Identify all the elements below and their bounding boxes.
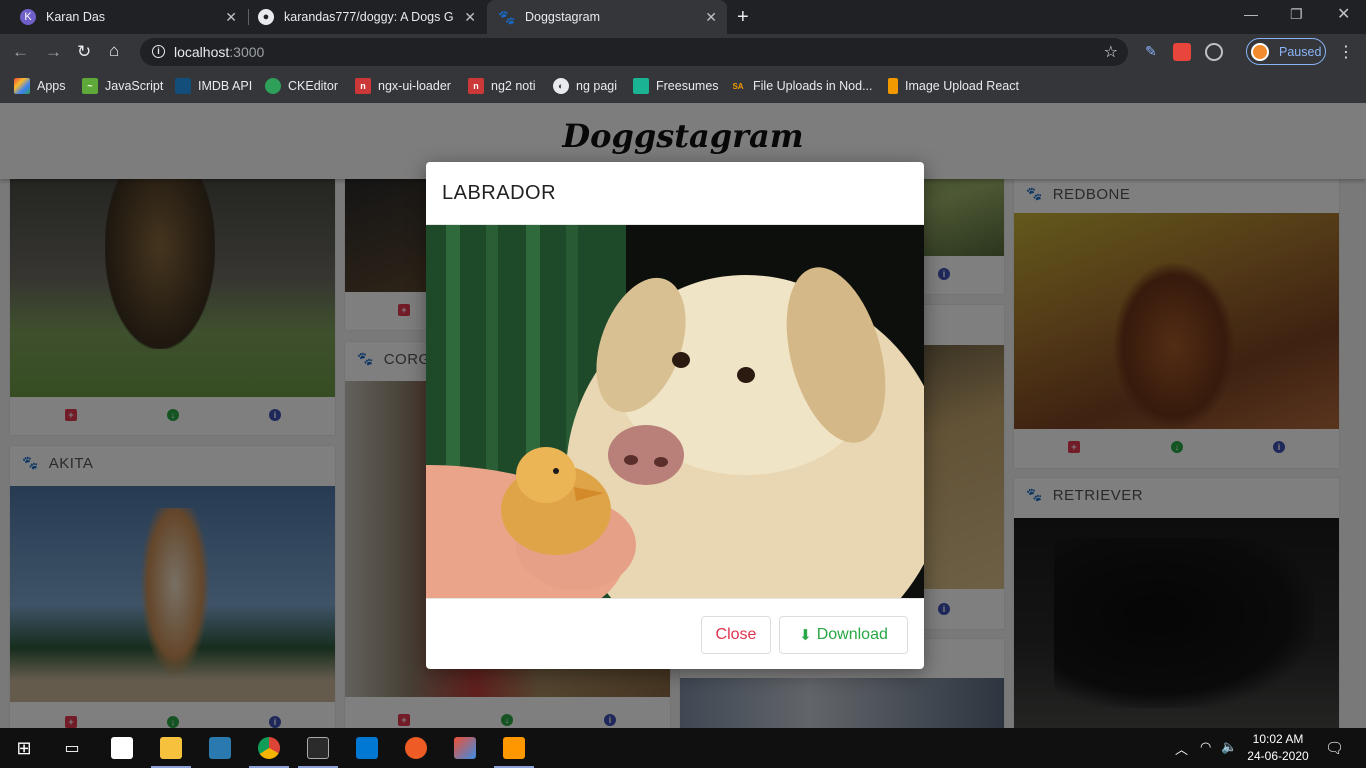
extension-target-icon[interactable] [1205, 43, 1223, 61]
sublime-icon [503, 737, 525, 759]
download-icon: ⬇ [799, 627, 812, 644]
minimize-button[interactable]: — [1244, 6, 1258, 22]
image-modal: LABRADOR Close ⬇ Download [426, 162, 924, 669]
extension-pen-icon[interactable]: ✎ [1145, 43, 1163, 61]
window-close-button[interactable]: ✕ [1337, 4, 1350, 24]
npm-icon: n [468, 78, 484, 94]
close-tab-icon[interactable]: ✕ [225, 9, 237, 26]
sa-icon: SA [732, 81, 744, 91]
bookmarks-bar: Apps ~ JavaScript IMDB API CKEditor n ngx-… [0, 70, 1366, 103]
bookmark-javascript[interactable]: ~ JavaScript [82, 76, 163, 96]
home-icon[interactable]: ⌂ [109, 41, 119, 61]
js-icon: ~ [82, 78, 98, 94]
volume-icon[interactable]: 🔈 [1221, 739, 1237, 755]
terminal-icon [307, 737, 329, 759]
modal-header: LABRADOR [426, 162, 924, 225]
chrome-icon [258, 737, 280, 759]
tab-doggstagram[interactable]: 🐾 Doggstagram ✕ [487, 0, 727, 34]
bookmark-ckeditor[interactable]: CKEditor [265, 76, 338, 96]
freesumes-icon [633, 78, 649, 94]
taskbar-sublime[interactable] [490, 728, 538, 768]
taskbar-explorer[interactable] [147, 728, 195, 768]
git-icon [454, 737, 476, 759]
download-button[interactable]: ⬇ Download [779, 616, 908, 654]
bookmark-image-upload-react[interactable]: Image Upload React [885, 76, 1019, 96]
folder-icon [160, 737, 182, 759]
vscode-icon [356, 737, 378, 759]
browser-chrome: K Karan Das ✕ ● karandas777/doggy: A Dog… [0, 0, 1366, 103]
windows-taskbar: ⊞ ▭ ︿ ◠ 🔈 10:02 AM 24-06-2020 🗨 [0, 728, 1366, 768]
task-view-icon: ▭ [64, 740, 80, 757]
media-icon [209, 737, 231, 759]
close-tab-icon[interactable]: ✕ [464, 9, 476, 26]
bookmark-ng2-noti[interactable]: n ng2 noti [468, 76, 535, 96]
back-icon[interactable]: ← [12, 42, 29, 62]
new-tab-button[interactable]: + [737, 6, 749, 29]
apps-grid-icon [14, 78, 30, 94]
ckeditor-icon [265, 78, 281, 94]
windows-icon: ⊞ [16, 737, 32, 758]
tray-chevron-icon[interactable]: ︿ [1175, 739, 1188, 758]
postman-icon [405, 737, 427, 759]
labrador-photo [426, 225, 924, 598]
bookmark-ngx-ui-loader[interactable]: n ngx-ui-loader [355, 76, 451, 96]
tab-title: Doggstagram [525, 10, 601, 24]
tab-github[interactable]: ● karandas777/doggy: A Dogs Gall ✕ [248, 0, 486, 34]
close-button[interactable]: Close [701, 616, 771, 654]
taskbar-media[interactable] [196, 728, 244, 768]
tab-karan-das[interactable]: K Karan Das ✕ [0, 0, 247, 34]
taskbar-chrome[interactable] [245, 728, 293, 768]
taskbar-store[interactable] [98, 728, 146, 768]
system-clock[interactable]: 10:02 AM 24-06-2020 [1243, 731, 1313, 765]
taskbar-terminal[interactable] [294, 728, 342, 768]
site-info-icon[interactable]: i [152, 45, 165, 58]
profile-status: Paused [1279, 44, 1322, 59]
toolbar: ← → ↻ ⌂ i localhost:3000 ☆ ✎ Paused [0, 34, 1366, 70]
bookmark-star-icon[interactable]: ☆ [1104, 42, 1118, 62]
url-text: localhost:3000 [174, 44, 265, 60]
bookmark-ng-pagi[interactable]: ◐ ng pagi [553, 76, 617, 96]
taskbar-git[interactable] [441, 728, 489, 768]
k-favicon: K [20, 9, 36, 25]
labrador-photo-svg [426, 225, 924, 598]
address-bar[interactable]: i localhost:3000 ☆ [140, 38, 1128, 66]
github-icon: ● [258, 9, 274, 25]
download-label: Download [816, 626, 888, 643]
tab-title: Karan Das [46, 10, 106, 24]
menu-kebab-icon[interactable]: ⋮ [1338, 42, 1354, 62]
tab-strip: K Karan Das ✕ ● karandas777/doggy: A Dog… [0, 0, 1366, 34]
clock-date: 24-06-2020 [1247, 749, 1309, 763]
bookmark-apps[interactable]: Apps [14, 76, 66, 96]
imdb-icon [175, 78, 191, 94]
wifi-icon[interactable]: ◠ [1200, 739, 1211, 755]
globe-icon: ◐ [553, 78, 569, 94]
profile-button[interactable]: Paused [1246, 38, 1326, 65]
restore-button[interactable]: ❐ [1290, 6, 1303, 23]
npm-icon: n [355, 78, 371, 94]
bookmark-freesumes[interactable]: Freesumes [633, 76, 719, 96]
tab-title: karandas777/doggy: A Dogs Gall [284, 10, 454, 24]
taskbar-postman[interactable] [392, 728, 440, 768]
extension-red-icon[interactable] [1173, 43, 1191, 61]
bookmark-icon [888, 78, 898, 94]
bookmark-imdb-api[interactable]: IMDB API [175, 76, 252, 96]
bookmark-file-uploads[interactable]: SA File Uploads in Nod... [730, 76, 872, 96]
close-tab-icon[interactable]: ✕ [705, 9, 717, 26]
store-icon [111, 737, 133, 759]
notifications-icon[interactable]: 🗨 [1325, 739, 1344, 757]
start-button[interactable]: ⊞ [0, 728, 48, 768]
forward-icon[interactable]: → [45, 42, 62, 62]
modal-title: LABRADOR [442, 182, 557, 204]
reload-icon[interactable]: ↻ [77, 42, 91, 62]
task-view-button[interactable]: ▭ [48, 728, 96, 768]
clock-time: 10:02 AM [1252, 732, 1304, 746]
taskbar-vscode[interactable] [343, 728, 391, 768]
paw-favicon: 🐾 [498, 8, 516, 25]
avatar [1251, 42, 1269, 61]
modal-footer: Close ⬇ Download [426, 598, 924, 669]
